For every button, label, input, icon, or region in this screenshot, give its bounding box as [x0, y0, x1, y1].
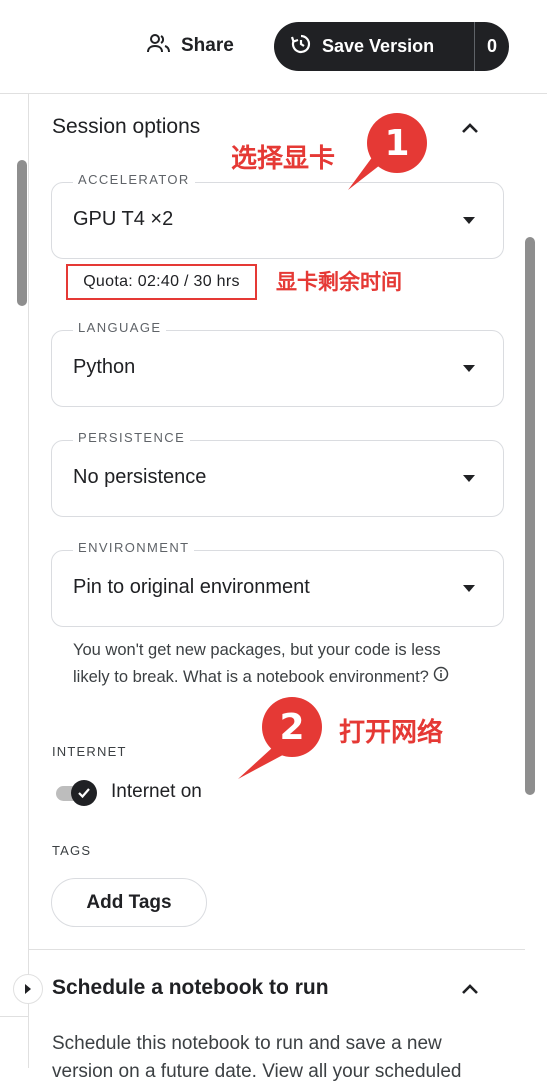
persistence-label: PERSISTENCE — [73, 430, 191, 445]
version-count[interactable]: 0 — [475, 36, 509, 57]
save-version-button[interactable]: Save Version 0 — [274, 22, 509, 71]
caret-right-icon — [25, 984, 31, 994]
language-label: LANGUAGE — [73, 320, 167, 335]
tags-label: TAGS — [52, 843, 92, 858]
panel-border — [28, 94, 29, 1068]
left-scrollbar[interactable] — [17, 160, 27, 306]
add-tags-button[interactable]: Add Tags — [51, 878, 207, 927]
persistence-value: No persistence — [73, 466, 207, 488]
accelerator-value: GPU T4 ×2 — [73, 208, 174, 230]
select-gpu-annotation: 选择显卡 — [231, 144, 336, 174]
quota-text: Quota: 02:40 / 30 hrs — [66, 264, 257, 300]
chevron-up-icon[interactable] — [460, 121, 480, 135]
language-select[interactable]: Python — [51, 330, 504, 407]
environment-select[interactable]: Pin to original environment — [51, 550, 504, 627]
share-label: Share — [181, 35, 234, 56]
schedule-description: Schedule this notebook to run and save a… — [52, 1033, 462, 1082]
badge-1: 1 — [367, 113, 427, 173]
section-divider — [28, 949, 525, 950]
language-value: Python — [73, 356, 136, 378]
environment-description: You won't get new packages, but your cod… — [73, 637, 473, 691]
badge-2: 2 — [262, 697, 322, 757]
environment-description-text: You won't get new packages, but your cod… — [73, 641, 441, 686]
internet-annotation: 打开网络 — [339, 718, 444, 748]
left-line — [0, 1016, 28, 1017]
chevron-up-icon[interactable] — [460, 982, 480, 996]
info-icon[interactable] — [433, 664, 449, 691]
internet-toggle-label: Internet on — [111, 781, 202, 802]
internet-toggle[interactable] — [56, 780, 100, 806]
accelerator-label: ACCELERATOR — [73, 172, 195, 187]
save-version-label: Save Version — [322, 36, 435, 56]
persistence-select[interactable]: No persistence — [51, 440, 504, 517]
caret-down-icon — [463, 585, 475, 592]
caret-down-icon — [463, 365, 475, 372]
environment-value: Pin to original environment — [73, 576, 310, 598]
share-button[interactable]: Share — [146, 28, 234, 64]
environment-label: ENVIRONMENT — [73, 540, 195, 555]
caret-down-icon — [463, 217, 475, 224]
internet-label: INTERNET — [52, 744, 127, 759]
history-icon — [290, 33, 312, 60]
schedule-title: Schedule a notebook to run — [52, 976, 329, 999]
right-scrollbar[interactable] — [525, 237, 535, 795]
quota-annotation: 显卡剩余时间 — [276, 270, 402, 294]
check-icon — [71, 780, 97, 806]
expand-panel-button[interactable] — [13, 974, 43, 1004]
caret-down-icon — [463, 475, 475, 482]
top-bar: Share Save Version 0 — [0, 0, 547, 94]
people-icon — [146, 33, 172, 60]
accelerator-select[interactable]: GPU T4 ×2 — [51, 182, 504, 259]
session-options-title: Session options — [52, 115, 201, 138]
